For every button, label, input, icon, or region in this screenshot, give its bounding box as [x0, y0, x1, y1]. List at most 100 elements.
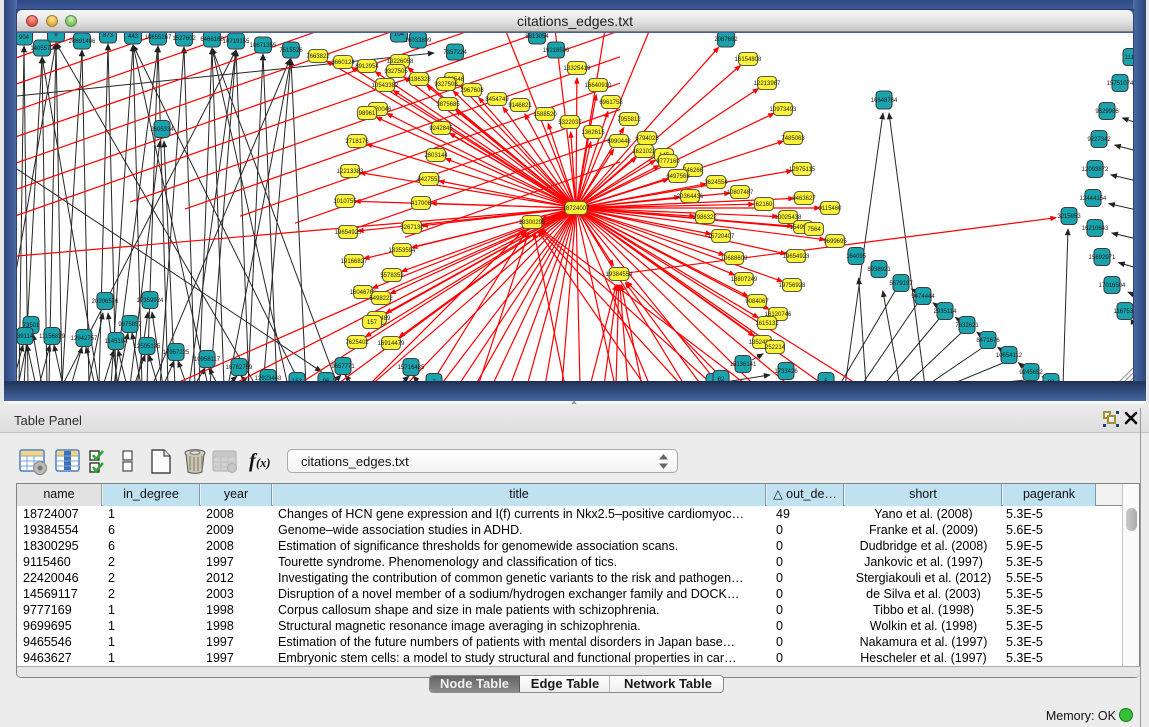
svg-text:19384554: 19384554: [606, 272, 633, 278]
svg-text:9242845: 9242845: [429, 126, 453, 132]
svg-text:20691406: 20691406: [69, 39, 96, 45]
svg-text:12505135: 12505135: [134, 344, 161, 350]
svg-text:7485063: 7485063: [781, 136, 805, 142]
svg-text:6961758: 6961758: [599, 100, 623, 106]
svg-text:9975857: 9975857: [118, 322, 142, 328]
svg-text:2605334: 2605334: [150, 127, 174, 133]
svg-text:1010755: 1010755: [333, 199, 357, 205]
svg-text:1615132: 1615132: [755, 321, 779, 327]
svg-text:7986322: 7986322: [693, 215, 717, 221]
svg-text:1167533: 1167533: [1114, 309, 1133, 315]
svg-text:9657771: 9657771: [331, 364, 355, 370]
svg-text:19654923: 19654923: [783, 254, 810, 260]
svg-text:12213967: 12213967: [754, 81, 781, 87]
svg-text:1362615: 1362615: [581, 130, 605, 136]
svg-text:104: 104: [394, 33, 405, 38]
svg-text:10958117: 10958117: [194, 357, 221, 363]
svg-text:7663822: 7663822: [306, 54, 330, 60]
svg-text:9474444: 9474444: [911, 294, 935, 300]
svg-text:6794028: 6794028: [635, 136, 659, 142]
svg-text:17016504: 17016504: [1099, 283, 1126, 289]
svg-text:157: 157: [367, 320, 378, 326]
svg-text:9463627: 9463627: [792, 196, 816, 202]
svg-text:12923448: 12923448: [255, 376, 282, 381]
svg-text:904: 904: [19, 35, 30, 41]
svg-text:12444154: 12444154: [1080, 196, 1107, 202]
svg-text:16210643: 16210643: [1082, 226, 1109, 232]
svg-text:3267130: 3267130: [400, 225, 424, 231]
svg-text:8990448: 8990448: [607, 139, 631, 145]
svg-text:9227342: 9227342: [1087, 137, 1111, 143]
svg-text:10654112: 10654112: [996, 353, 1023, 359]
svg-text:3875685: 3875685: [436, 102, 460, 108]
svg-text:1405572: 1405572: [30, 46, 54, 52]
svg-text:9699695: 9699695: [823, 239, 847, 245]
svg-text:417006: 417006: [411, 201, 432, 207]
svg-text:17957225: 17957225: [163, 350, 190, 356]
svg-text:98961: 98961: [359, 111, 376, 117]
svg-text:92: 92: [1048, 380, 1055, 381]
svg-text:12942757: 12942757: [71, 336, 98, 342]
svg-text:19756928: 19756928: [779, 283, 806, 289]
svg-text:9146821: 9146821: [508, 103, 532, 109]
svg-text:8454749: 8454749: [485, 97, 509, 103]
svg-text:10719155: 10719155: [223, 39, 250, 45]
svg-text:12093872: 12093872: [1082, 167, 1109, 173]
svg-text:16640910: 16640910: [585, 83, 612, 89]
svg-text:9329966: 9329966: [1095, 109, 1119, 115]
svg-text:15716485: 15716485: [398, 365, 425, 371]
svg-text:9245652: 9245652: [1019, 370, 1043, 376]
svg-text:6497568: 6497568: [666, 174, 690, 180]
svg-text:15136141: 15136141: [730, 362, 757, 368]
svg-text:18807249: 18807249: [731, 277, 758, 283]
svg-text:39114: 39114: [17, 334, 34, 340]
svg-text:2803144: 2803144: [424, 153, 448, 159]
svg-text:18300295: 18300295: [519, 220, 546, 226]
svg-text:8471676: 8471676: [976, 338, 1000, 344]
svg-text:8938921: 8938921: [867, 267, 891, 273]
svg-text:12213383: 12213383: [337, 169, 364, 175]
svg-text:2967608: 2967608: [460, 88, 484, 94]
svg-text:1588520: 1588520: [533, 112, 557, 118]
svg-text:3215953: 3215953: [1057, 214, 1081, 220]
svg-text:12975115: 12975115: [789, 167, 816, 173]
svg-text:9084067: 9084067: [745, 299, 769, 305]
svg-text:2718176: 2718176: [345, 139, 369, 145]
svg-text:19166827: 19166827: [341, 259, 368, 265]
svg-text:6466160: 6466160: [200, 37, 224, 43]
svg-text:20206576: 20206576: [92, 299, 119, 305]
svg-text:9777169: 9777169: [656, 159, 680, 165]
svg-text:7632621: 7632621: [955, 323, 979, 329]
svg-text:8186328: 8186328: [407, 77, 431, 83]
svg-text:8813054: 8813054: [525, 34, 549, 40]
svg-text:7625402: 7625402: [345, 340, 369, 346]
svg-text:18724007: 18724007: [563, 206, 590, 212]
svg-text:164095: 164095: [846, 254, 867, 260]
svg-text:15720407: 15720407: [708, 234, 735, 240]
svg-text:1733426: 1733426: [774, 369, 798, 375]
svg-text:10688609: 10688609: [721, 256, 748, 262]
svg-text:8427552: 8427552: [417, 177, 441, 183]
svg-text:443: 443: [128, 34, 139, 40]
svg-text:9115460: 9115460: [819, 206, 843, 212]
svg-text:2087682: 2087682: [714, 37, 738, 43]
svg-text:2935114: 2935114: [934, 309, 958, 315]
svg-text:16782759: 16782759: [226, 365, 253, 371]
svg-text:11156829: 11156829: [39, 334, 65, 340]
svg-text:9327505: 9327505: [384, 69, 408, 75]
svg-text:13325419: 13325419: [564, 66, 591, 72]
svg-text:5322037: 5322037: [558, 120, 582, 126]
svg-text:62: 62: [718, 377, 725, 381]
svg-text:10807487: 10807487: [727, 190, 754, 196]
svg-text:8912954: 8912954: [355, 64, 379, 70]
svg-text:7357224: 7357224: [443, 50, 467, 56]
svg-text:10671355: 10671355: [250, 43, 277, 49]
svg-text:20364436: 20364436: [677, 194, 704, 200]
svg-text:5679197: 5679197: [889, 281, 913, 287]
svg-text:16154808: 16154808: [735, 57, 762, 63]
svg-text:(x): (x): [256, 456, 271, 470]
svg-text:1527602: 1527602: [172, 36, 196, 42]
svg-text:873: 873: [103, 33, 114, 39]
svg-text:96: 96: [323, 379, 330, 381]
svg-text:1145194: 1145194: [105, 339, 129, 345]
